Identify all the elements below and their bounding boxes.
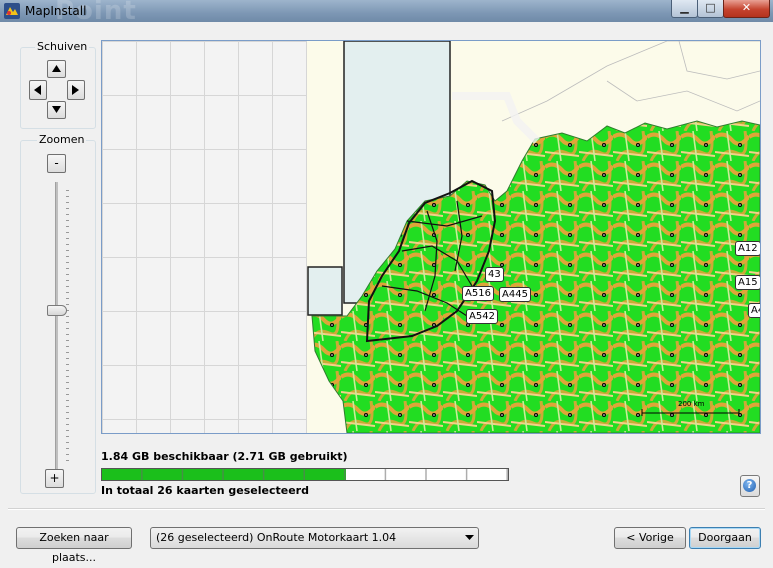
help-icon: ? bbox=[743, 479, 756, 492]
footer-divider bbox=[8, 508, 765, 510]
app-icon bbox=[4, 3, 20, 19]
arrow-up-icon bbox=[52, 65, 61, 72]
pan-up-button[interactable] bbox=[47, 60, 66, 78]
selected-maps-summary: In totaal 26 kaarten geselecteerd bbox=[101, 484, 309, 497]
map-product-select[interactable]: (26 geselecteerd) OnRoute Motorkaart 1.0… bbox=[150, 527, 479, 549]
maximize-icon: □ bbox=[705, 1, 716, 14]
help-button[interactable]: ? bbox=[740, 475, 760, 497]
maximize-button[interactable]: □ bbox=[697, 0, 724, 18]
zoom-slider-track[interactable] bbox=[55, 182, 58, 470]
storage-progress-segments bbox=[102, 469, 508, 480]
road-label: A15 bbox=[735, 275, 760, 290]
search-place-button[interactable]: Zoeken naar plaats... bbox=[16, 527, 132, 564]
back-button[interactable]: < Vorige bbox=[614, 527, 686, 549]
pan-down-button[interactable] bbox=[47, 101, 66, 119]
road-label: 43 bbox=[485, 267, 504, 282]
scale-label: 200 km bbox=[678, 400, 705, 408]
road-label: A516 bbox=[462, 286, 494, 301]
road-label: A445 bbox=[499, 287, 531, 302]
pan-right-button[interactable] bbox=[67, 80, 85, 100]
close-button[interactable]: ✕ bbox=[723, 0, 770, 18]
arrow-right-icon bbox=[72, 85, 79, 95]
storage-available-text: 1.84 GB beschikbaar (2.71 GB gebruikt) bbox=[101, 450, 348, 463]
zoom-group-label: Zoomen bbox=[37, 133, 87, 146]
map-product-select-value: (26 geselecteerd) OnRoute Motorkaart 1.0… bbox=[156, 531, 397, 544]
chevron-down-icon bbox=[465, 535, 474, 540]
minimize-icon: ▁ bbox=[680, 1, 689, 14]
storage-progress-bar bbox=[101, 468, 509, 481]
arrow-down-icon bbox=[52, 106, 61, 113]
minimize-button[interactable]: ▁ bbox=[671, 0, 698, 18]
continue-button[interactable]: Doorgaan bbox=[689, 527, 761, 549]
road-label: A542 bbox=[466, 309, 498, 324]
road-label: A12 bbox=[735, 241, 760, 256]
window-client-area: Schuiven Zoomen - + A12 A15 A 43 A516 A4… bbox=[0, 22, 773, 564]
arrow-left-icon bbox=[34, 85, 41, 95]
zoom-group bbox=[20, 140, 96, 494]
zoom-slider-ticks bbox=[66, 190, 69, 462]
zoom-slider-thumb[interactable] bbox=[47, 305, 67, 316]
pan-left-button[interactable] bbox=[29, 80, 47, 100]
map-view[interactable]: A12 A15 A4 43 A516 A445 A542 200 km bbox=[101, 40, 761, 434]
pan-group-label: Schuiven bbox=[35, 40, 90, 53]
zoom-out-button[interactable]: - bbox=[47, 154, 66, 173]
zoom-in-button[interactable]: + bbox=[45, 469, 64, 488]
road-label: A4 bbox=[748, 303, 760, 318]
map-canvas[interactable] bbox=[307, 41, 760, 433]
map-empty-grid bbox=[102, 41, 307, 433]
close-icon: ✕ bbox=[741, 1, 752, 14]
window-title: MapInstall bbox=[25, 4, 87, 18]
title-bar: Point MapInstall ▁ □ ✕ bbox=[0, 0, 773, 26]
sea-tile-west bbox=[307, 266, 343, 316]
